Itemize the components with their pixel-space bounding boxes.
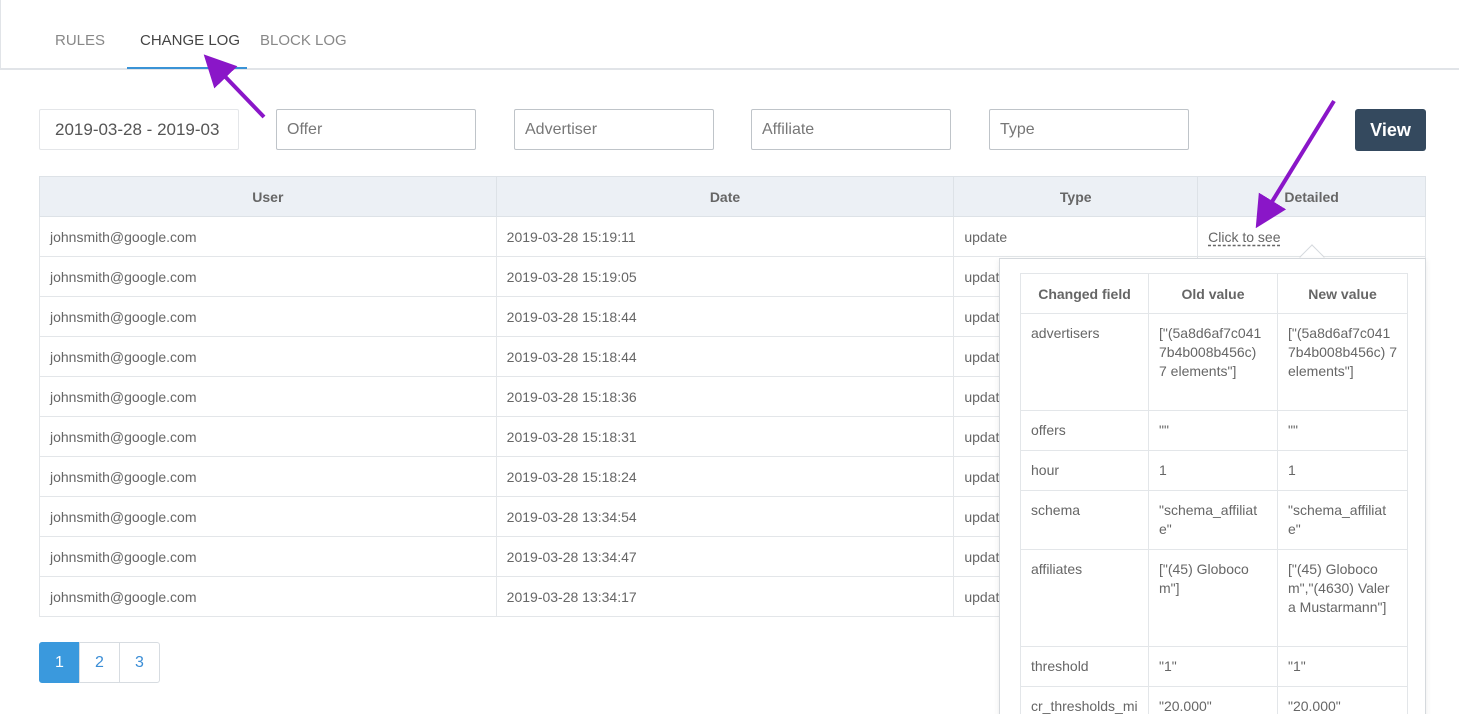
tab-block-log[interactable]: BLOCK LOG	[260, 32, 347, 49]
changed-field: schema	[1020, 490, 1149, 550]
header-changed-field: Changed field	[1020, 273, 1149, 314]
old-value: ["(45) Globocom"]	[1148, 549, 1278, 647]
changed-field: cr_thresholds_mi	[1020, 686, 1149, 714]
table-header-row: User Date Type Detailed	[39, 176, 1426, 217]
detail-popover: Changed field Old value New value advert…	[999, 258, 1426, 714]
detail-row: cr_thresholds_mi "20.000" "20.000"	[1020, 686, 1408, 714]
header-old-value: Old value	[1148, 273, 1278, 314]
changed-field: advertisers	[1020, 313, 1149, 411]
changed-field: offers	[1020, 410, 1149, 451]
active-tab-indicator	[127, 67, 247, 69]
cell-date: 2019-03-28 15:19:05	[495, 256, 955, 297]
detail-row: schema "schema_affiliate" "schema_affili…	[1020, 490, 1408, 550]
cell-date: 2019-03-28 15:18:44	[495, 336, 955, 377]
header-new-value: New value	[1277, 273, 1408, 314]
old-value: 1	[1148, 450, 1278, 491]
cell-user: johnsmith@google.com	[39, 496, 497, 537]
changed-field: hour	[1020, 450, 1149, 491]
cell-date: 2019-03-28 15:18:31	[495, 416, 955, 457]
old-value: ""	[1148, 410, 1278, 451]
old-value: "schema_affiliate"	[1148, 490, 1278, 550]
tab-change-log[interactable]: CHANGE LOG	[140, 32, 240, 49]
date-range-picker[interactable]: 2019-03-28 - 2019-03	[39, 109, 239, 150]
page-1-button[interactable]: 1	[39, 642, 80, 683]
page-2-button[interactable]: 2	[79, 642, 120, 683]
header-detailed: Detailed	[1197, 176, 1426, 217]
advertiser-filter-input[interactable]: Advertiser	[514, 109, 714, 150]
new-value: "1"	[1277, 646, 1408, 687]
old-value: ["(5a8d6af7c0417b4b008b456c) 7 elements"…	[1148, 313, 1278, 411]
detail-row: hour 1 1	[1020, 450, 1408, 491]
offer-filter-input[interactable]: Offer	[276, 109, 476, 150]
detail-row: advertisers ["(5a8d6af7c0417b4b008b456c)…	[1020, 313, 1408, 411]
new-value: 1	[1277, 450, 1408, 491]
new-value: ""	[1277, 410, 1408, 451]
new-value: "20.000"	[1277, 686, 1408, 714]
cell-date: 2019-03-28 15:18:36	[495, 376, 955, 417]
changed-field: threshold	[1020, 646, 1149, 687]
new-value: ["(5a8d6af7c0417b4b008b456c) 7 elements"…	[1277, 313, 1408, 411]
affiliate-filter-input[interactable]: Affiliate	[751, 109, 951, 150]
cell-date: 2019-03-28 15:18:44	[495, 296, 955, 337]
cell-user: johnsmith@google.com	[39, 536, 497, 577]
new-value: ["(45) Globocom","(4630) Valera Mustarma…	[1277, 549, 1408, 647]
old-value: "20.000"	[1148, 686, 1278, 714]
detail-row: threshold "1" "1"	[1020, 646, 1408, 687]
header-user: User	[39, 176, 497, 217]
cell-user: johnsmith@google.com	[39, 456, 497, 497]
cell-type: update	[953, 216, 1199, 257]
tab-bar: RULES CHANGE LOG BLOCK LOG	[0, 0, 1459, 70]
cell-user: johnsmith@google.com	[39, 416, 497, 457]
page-3-button[interactable]: 3	[119, 642, 160, 683]
cell-date: 2019-03-28 15:18:24	[495, 456, 955, 497]
cell-date: 2019-03-28 13:34:17	[495, 576, 955, 617]
cell-user: johnsmith@google.com	[39, 256, 497, 297]
tab-rules[interactable]: RULES	[55, 32, 105, 49]
header-date: Date	[495, 176, 955, 217]
changed-field: affiliates	[1020, 549, 1149, 647]
detail-header-row: Changed field Old value New value	[1020, 273, 1408, 314]
detail-row: affiliates ["(45) Globocom"] ["(45) Glob…	[1020, 549, 1408, 647]
cell-user: johnsmith@google.com	[39, 216, 497, 257]
cell-user: johnsmith@google.com	[39, 576, 497, 617]
click-to-see-link[interactable]: Click to see	[1208, 229, 1280, 245]
table-row: johnsmith@google.com 2019-03-28 15:19:11…	[39, 216, 1426, 257]
header-type: Type	[953, 176, 1199, 217]
cell-user: johnsmith@google.com	[39, 336, 497, 377]
pagination: 1 2 3	[39, 642, 160, 683]
old-value: "1"	[1148, 646, 1278, 687]
new-value: "schema_affiliate"	[1277, 490, 1408, 550]
view-button[interactable]: View	[1355, 109, 1426, 151]
cell-date: 2019-03-28 15:19:11	[495, 216, 955, 257]
type-filter-input[interactable]: Type	[989, 109, 1189, 150]
detail-table: Changed field Old value New value advert…	[1020, 273, 1408, 714]
cell-date: 2019-03-28 13:34:54	[495, 496, 955, 537]
detail-row: offers "" ""	[1020, 410, 1408, 451]
cell-user: johnsmith@google.com	[39, 376, 497, 417]
cell-user: johnsmith@google.com	[39, 296, 497, 337]
cell-date: 2019-03-28 13:34:47	[495, 536, 955, 577]
